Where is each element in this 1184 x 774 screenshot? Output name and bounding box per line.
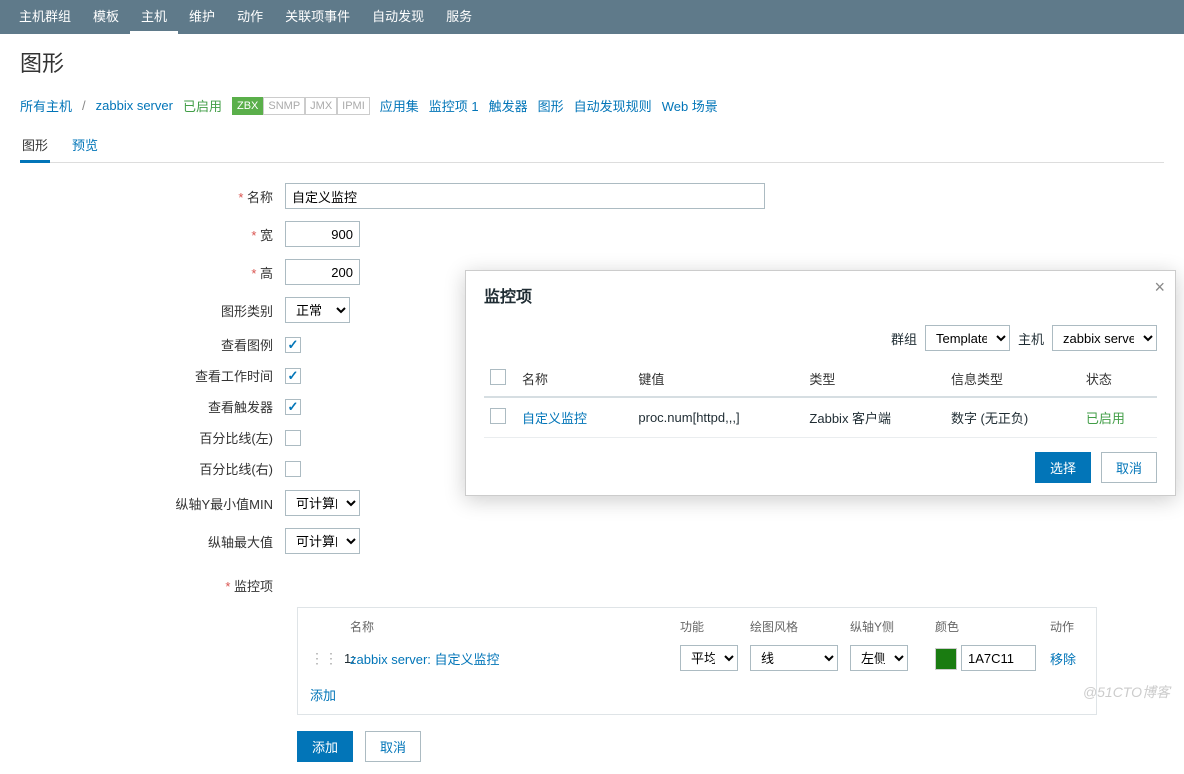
label-show-legend: 查看图例 [20,335,285,354]
link-applications[interactable]: 应用集 [380,96,419,115]
bc-sep: / [82,98,86,113]
modal-select-all-checkbox[interactable] [490,369,506,385]
label-show-working-time: 查看工作时间 [20,366,285,385]
height-input[interactable] [285,259,360,285]
modal-th-info: 信息类型 [945,361,1080,397]
modal-th-name: 名称 [516,361,632,397]
label-show-triggers: 查看触发器 [20,397,285,416]
modal-row-key: proc.num[httpd,,,] [632,397,803,438]
modal-row-checkbox[interactable] [490,408,506,424]
watermark: @51CTO博客 [1083,682,1170,702]
modal-row-name[interactable]: 自定义监控 [522,411,587,426]
link-graphs[interactable]: 图形 [538,96,564,115]
show-triggers-checkbox[interactable] [285,399,301,415]
nav-maintenance[interactable]: 维护 [178,0,226,34]
show-legend-checkbox[interactable] [285,337,301,353]
close-icon[interactable]: × [1154,277,1165,298]
percent-left-checkbox[interactable] [285,430,301,446]
width-input[interactable] [285,221,360,247]
items-add-link[interactable]: 添加 [310,688,336,703]
label-y-max: 纵轴最大值 [20,532,285,551]
items-h-color: 颜色 [935,618,1050,635]
percent-right-checkbox[interactable] [285,461,301,477]
tab-graph[interactable]: 图形 [20,129,50,163]
modal-table: 名称 键值 类型 信息类型 状态 自定义监控 proc.num[httpd,,,… [484,361,1157,438]
add-button[interactable]: 添加 [297,731,353,762]
label-width: 宽 [20,225,285,244]
drag-handle-icon[interactable]: ⋮⋮ [310,650,338,666]
top-nav: 主机群组 模板 主机 维护 动作 关联项事件 自动发现 服务 [0,0,1184,34]
badge-zbx: ZBX [232,97,263,115]
nav-services[interactable]: 服务 [435,0,483,34]
modal-cancel-button[interactable]: 取消 [1101,452,1157,483]
name-input[interactable] [285,183,765,209]
badge-ipmi: IPMI [337,97,370,115]
tab-preview[interactable]: 预览 [70,129,100,162]
page-title: 图形 [20,46,1164,78]
modal-title: 监控项 [484,283,1157,307]
item-name-link[interactable]: zabbix server: 自定义监控 [350,652,500,667]
items-row: ⋮⋮1: zabbix server: 自定义监控 平均 线 左侧 移除 [310,645,1084,671]
modal-select-button[interactable]: 选择 [1035,452,1091,483]
badge-snmp: SNMP [263,97,305,115]
nav-templates[interactable]: 模板 [82,0,130,34]
color-input[interactable] [961,645,1036,671]
availability-badges: ZBX SNMP JMX IPMI [232,97,370,115]
cancel-button[interactable]: 取消 [365,731,421,762]
modal-group-label: 群组 [891,329,917,348]
nav-actions[interactable]: 动作 [226,0,274,34]
nav-correlation[interactable]: 关联项事件 [274,0,361,34]
link-web[interactable]: Web 场景 [662,96,718,115]
modal-group-select[interactable]: Templates [925,325,1010,351]
modal-row: 自定义监控 proc.num[httpd,,,] Zabbix 客户端 数字 (… [484,397,1157,438]
graph-type-select[interactable]: 正常 [285,297,350,323]
item-remove-link[interactable]: 移除 [1050,652,1076,667]
label-name: 名称 [20,187,285,206]
modal-row-type: Zabbix 客户端 [803,397,945,438]
bc-host[interactable]: zabbix server [96,98,173,113]
modal-row-status: 已启用 [1086,411,1125,426]
label-y-min: 纵轴Y最小值MIN [20,494,285,513]
modal-host-label: 主机 [1018,329,1044,348]
nav-discovery[interactable]: 自动发现 [361,0,435,34]
items-h-name: 名称 [350,618,680,635]
modal-th-key: 键值 [632,361,803,397]
color-swatch[interactable] [935,648,957,670]
item-side-select[interactable]: 左侧 [850,645,908,671]
nav-hosts[interactable]: 主机 [130,0,178,34]
y-max-select[interactable]: 可计算的 [285,528,360,554]
item-fn-select[interactable]: 平均 [680,645,738,671]
label-height: 高 [20,263,285,282]
modal-th-type: 类型 [803,361,945,397]
breadcrumb: 所有主机 / zabbix server 已启用 ZBX SNMP JMX IP… [20,96,1164,115]
nav-hostgroups[interactable]: 主机群组 [8,0,82,34]
badge-jmx: JMX [305,97,337,115]
label-items: 监控项 [20,566,285,595]
modal-host-select[interactable]: zabbix server [1052,325,1157,351]
items-modal: × 监控项 群组 Templates 主机 zabbix server 名称 键… [465,270,1176,496]
y-min-select[interactable]: 可计算的 [285,490,360,516]
item-style-select[interactable]: 线 [750,645,838,671]
label-percent-left: 百分比线(左) [20,428,285,447]
link-discovery-rules[interactable]: 自动发现规则 [574,96,652,115]
show-working-time-checkbox[interactable] [285,368,301,384]
items-h-action: 动作 [1050,618,1074,635]
bc-all-hosts[interactable]: 所有主机 [20,96,72,115]
link-items[interactable]: 监控项 1 [429,96,479,115]
modal-th-status: 状态 [1080,361,1157,397]
label-percent-right: 百分比线(右) [20,459,285,478]
status-enabled: 已启用 [183,96,222,115]
subtabs: 图形 预览 [20,129,1164,163]
link-triggers[interactable]: 触发器 [489,96,528,115]
items-h-side: 纵轴Y侧 [850,618,935,635]
label-graph-type: 图形类别 [20,301,285,320]
modal-row-info: 数字 (无正负) [945,397,1080,438]
items-box: 名称 功能 绘图风格 纵轴Y侧 颜色 动作 ⋮⋮1: zabbix server… [297,607,1097,715]
items-h-fn: 功能 [680,618,750,635]
items-h-style: 绘图风格 [750,618,850,635]
